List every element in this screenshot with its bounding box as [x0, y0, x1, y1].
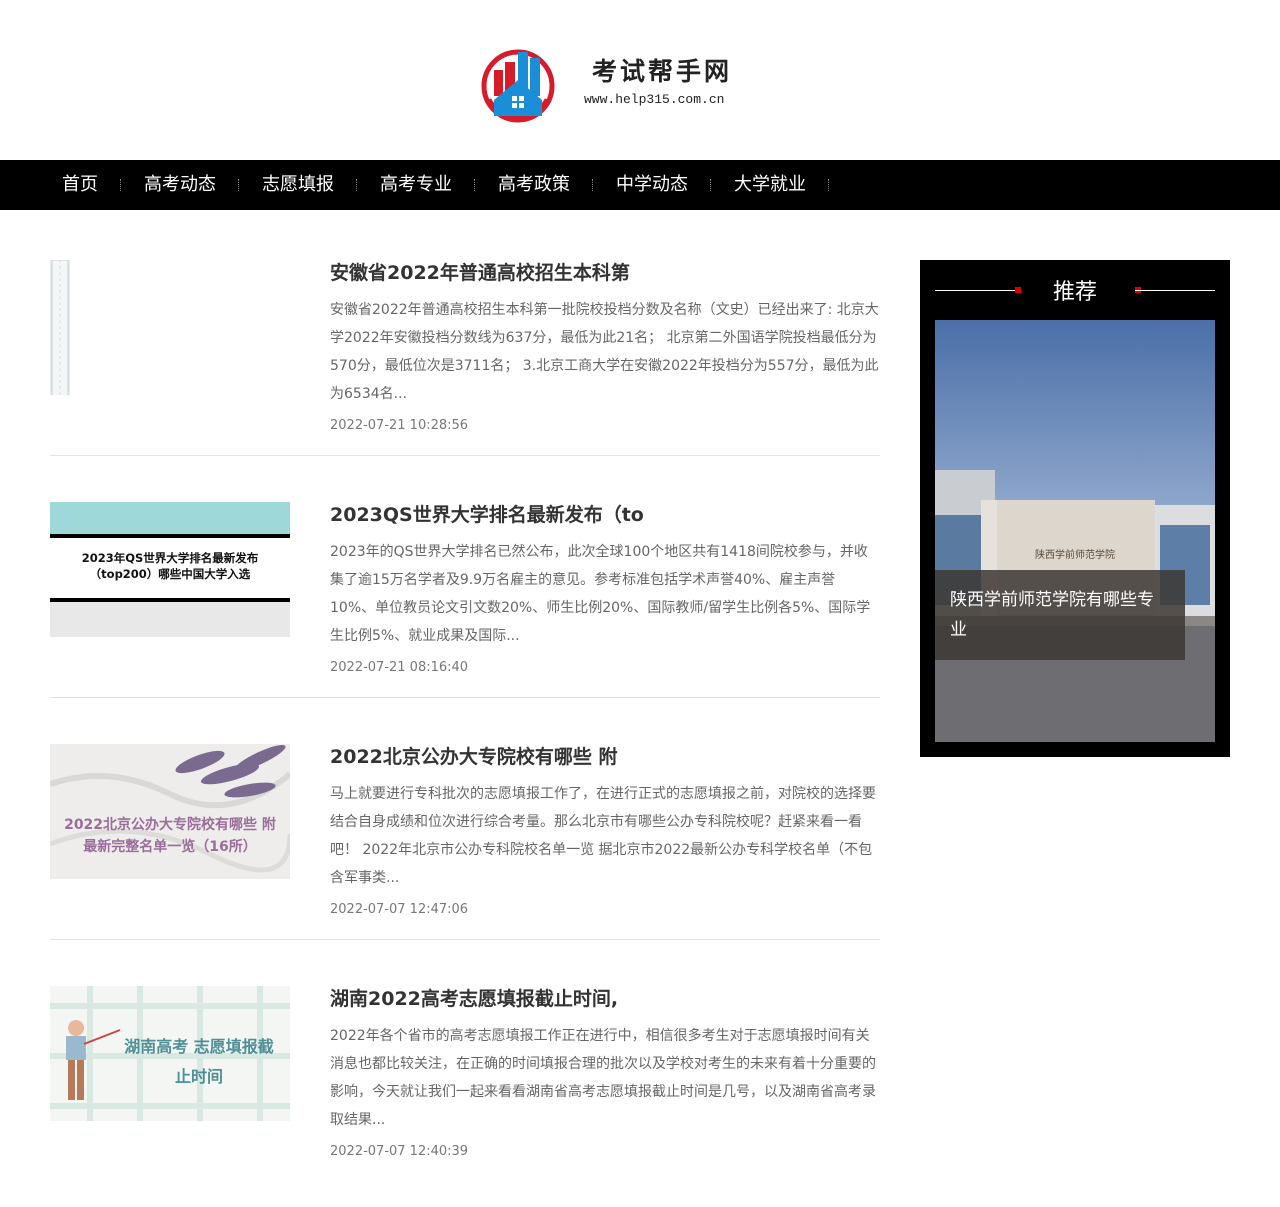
list-item: 2022北京公办大专院校有哪些 附最新完整名单一览（16所） 2022北京公办大… — [50, 724, 880, 940]
nav-divider — [238, 179, 240, 191]
nav-item-gaokao-news[interactable]: 高考动态 — [132, 160, 228, 210]
article-thumbnail[interactable]: 湖南高考 志愿填报截止时间 — [50, 986, 290, 1121]
gate-inscription: 陕西学前师范学院 — [1035, 548, 1115, 561]
article-summary: 2023年的QS世界大学排名已然公布，此次全球100个地区共有1418间院校参与… — [330, 544, 871, 644]
article-title[interactable]: 湖南2022高考志愿填报截止时间, — [330, 984, 880, 1011]
nav-item-application[interactable]: 志愿填报 — [250, 160, 346, 210]
site-name: 考试帮手网 — [592, 57, 733, 86]
main-nav: 首页 高考动态 志愿填报 高考专业 高考政策 中学动态 大学就业 — [0, 160, 1280, 210]
nav-divider — [120, 179, 122, 191]
article-title[interactable]: 2022北京公办大专院校有哪些 附 — [330, 742, 880, 769]
recommend-panel: 推荐 陕西学前师范学院 陕西学前师范学院有哪些专业 — [920, 260, 1230, 757]
thumbnail-caption: 湖南高考 志愿填报截止时间 — [124, 1037, 274, 1086]
nav-item-employment[interactable]: 大学就业 — [722, 160, 818, 210]
header-rule-right — [1135, 290, 1215, 291]
recommend-image[interactable]: 陕西学前师范学院 — [935, 320, 1215, 742]
nav-divider — [592, 179, 594, 191]
article-list: 安徽省2022年普通高校招生本科第 安徽省2022年普通高校招生本科第一批院校投… — [50, 240, 880, 1207]
site-logo[interactable]: 考试帮手网 www.help315.com.cn — [480, 44, 740, 128]
nav-item-middle-school[interactable]: 中学动态 — [604, 160, 700, 210]
list-item: 2023年QS世界大学排名最新发布（top200）哪些中国大学入选 2023QS… — [50, 482, 880, 698]
recommend-header: 推荐 — [935, 260, 1215, 320]
article-date: 2022-07-21 08:16:40 — [330, 660, 469, 675]
thumbnail-caption: 2022北京公办大专院校有哪些 附最新完整名单一览（16所） — [64, 817, 276, 855]
article-title[interactable]: 安徽省2022年普通高校招生本科第 — [330, 258, 880, 285]
recommend-caption[interactable]: 陕西学前师范学院有哪些专业 — [935, 570, 1185, 660]
article-summary: 安徽省2022年普通高校招生本科第一批院校投档分数及名称（文史）已经出来了: 北… — [330, 302, 879, 402]
article-thumbnail[interactable]: 2022北京公办大专院校有哪些 附最新完整名单一览（16所） — [50, 744, 290, 879]
article-date: 2022-07-07 12:47:06 — [330, 902, 469, 917]
logo-house-icon — [481, 49, 555, 123]
site-url: www.help315.com.cn — [584, 92, 725, 107]
site-header: 考试帮手网 www.help315.com.cn — [0, 0, 1280, 160]
list-item: 安徽省2022年普通高校招生本科第 安徽省2022年普通高校招生本科第一批院校投… — [50, 240, 880, 456]
article-title[interactable]: 2023QS世界大学排名最新发布（to — [330, 500, 880, 527]
nav-divider — [356, 179, 358, 191]
nav-divider — [828, 179, 830, 191]
article-thumbnail[interactable]: 2023年QS世界大学排名最新发布（top200）哪些中国大学入选 — [50, 502, 290, 637]
article-date: 2022-07-07 12:40:39 — [330, 1144, 469, 1159]
list-item: 湖南高考 志愿填报截止时间 湖南2022高考志愿填报截止时间, 2022年各个省… — [50, 966, 880, 1181]
nav-divider — [710, 179, 712, 191]
nav-item-majors[interactable]: 高考专业 — [368, 160, 464, 210]
nav-item-home[interactable]: 首页 — [50, 160, 110, 210]
nav-divider — [474, 179, 476, 191]
article-summary: 2022年各个省市的高考志愿填报工作正在进行中，相信很多考生对于志愿填报时间有关… — [330, 1028, 876, 1128]
thumbnail-caption: 2023年QS世界大学排名最新发布（top200）哪些中国大学入选 — [81, 551, 259, 581]
nav-item-policy[interactable]: 高考政策 — [486, 160, 582, 210]
article-date: 2022-07-21 10:28:56 — [330, 418, 469, 433]
article-thumbnail[interactable] — [50, 260, 290, 395]
article-summary: 马上就要进行专科批次的志愿填报工作了，在进行正式的志愿填报之前，对院校的选择要结… — [330, 786, 876, 886]
